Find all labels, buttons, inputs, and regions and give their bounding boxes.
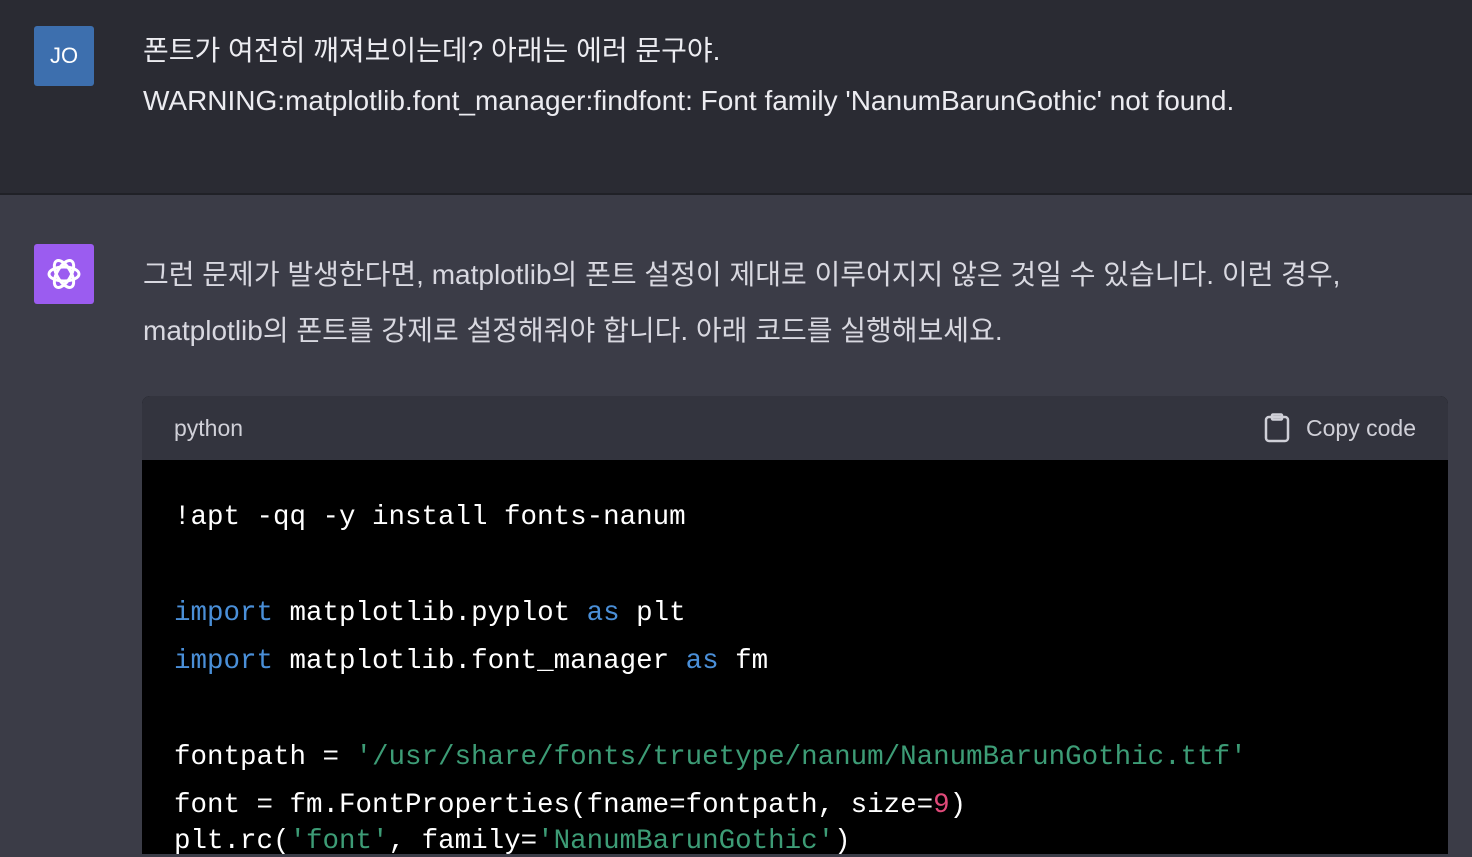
code-block: python Copy code !apt -qq -y install fon… — [142, 396, 1448, 857]
assistant-message-text: 그런 문제가 발생한다면, matplotlib의 폰트 설정이 제대로 이루어… — [143, 247, 1340, 359]
user-message-text: 폰트가 여전히 깨져보이는데? 아래는 에러 문구야. WARNING:matp… — [143, 26, 1234, 126]
openai-logo-icon — [34, 244, 94, 304]
user-message: JO 폰트가 여전히 깨져보이는데? 아래는 에러 문구야. WARNING:m… — [0, 0, 1472, 195]
code-language: python — [174, 414, 244, 441]
assistant-line: 그런 문제가 발생한다면, matplotlib의 폰트 설정이 제대로 이루어… — [143, 259, 1341, 290]
code-content: !apt -qq -y install fonts-nanum import m… — [142, 460, 1448, 857]
assistant-line: matplotlib의 폰트를 강제로 설정해줘야 합니다. 아래 코드를 실행… — [143, 315, 1003, 346]
copy-code-button[interactable]: Copy code — [1264, 413, 1416, 443]
copy-code-label: Copy code — [1306, 414, 1416, 441]
clipboard-icon — [1264, 413, 1290, 443]
user-avatar: JO — [34, 26, 94, 86]
user-line: 폰트가 여전히 깨져보이는데? 아래는 에러 문구야. — [143, 35, 721, 66]
code-header: python Copy code — [142, 396, 1448, 460]
assistant-message: 그런 문제가 발생한다면, matplotlib의 폰트 설정이 제대로 이루어… — [0, 195, 1472, 857]
code-last-line: plt.rc('font', family='NanumBarunGothic'… — [174, 826, 851, 857]
user-line: WARNING:matplotlib.font_manager:findfont… — [143, 85, 1235, 116]
